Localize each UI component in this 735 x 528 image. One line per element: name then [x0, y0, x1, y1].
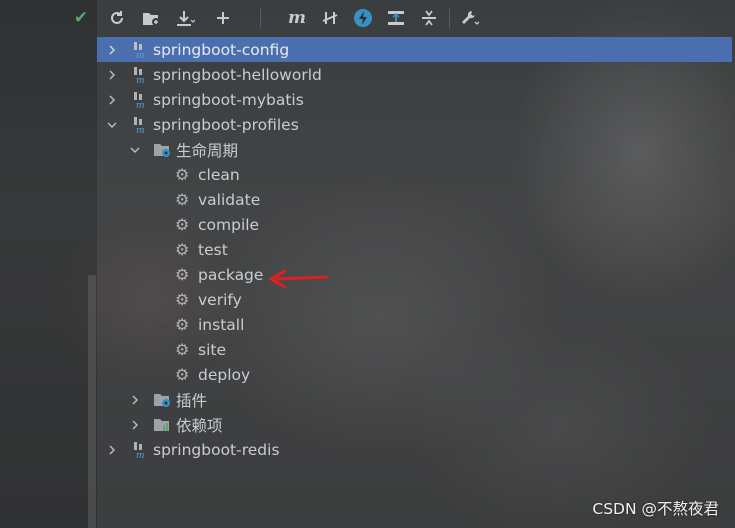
tree-item-label: springboot-helloworld [153, 65, 322, 84]
chevron-down-icon[interactable] [105, 118, 119, 132]
tree-item-springboot-mybatis[interactable]: m springboot-mybatis [97, 87, 732, 112]
toolbar-separator [260, 8, 261, 28]
chevron-right-icon[interactable] [105, 93, 119, 107]
tree-item-dependencies[interactable]: 依赖项 [97, 412, 732, 437]
tree-item-label: springboot-config [153, 40, 290, 59]
goal-test[interactable]: ⚙ test [97, 237, 732, 262]
goal-label: test [198, 240, 228, 259]
watermark: CSDN @不熬夜君 [592, 500, 719, 518]
chevron-down-icon[interactable] [128, 143, 142, 157]
gear-icon: ⚙ [175, 364, 190, 384]
goal-label: clean [198, 165, 240, 184]
toggle-offline-icon[interactable] [318, 6, 342, 30]
svg-text:m: m [136, 76, 145, 84]
tree-item-label: springboot-mybatis [153, 90, 304, 109]
gear-icon: ⚙ [175, 339, 190, 359]
maven-module-icon: m [134, 116, 145, 134]
red-arrow-annotation [269, 269, 329, 289]
gear-icon: ⚙ [175, 289, 190, 309]
goal-site[interactable]: ⚙ site [97, 337, 732, 362]
tree-item-label: 插件 [176, 391, 208, 410]
chevron-right-icon[interactable] [105, 68, 119, 82]
gear-icon: ⚙ [175, 239, 190, 259]
tree-item-lifecycle[interactable]: 生命周期 [97, 137, 732, 162]
plugins-folder-icon [154, 393, 170, 407]
goal-verify[interactable]: ⚙ verify [97, 287, 732, 312]
goal-label: compile [198, 215, 260, 234]
gear-icon: ⚙ [175, 264, 190, 284]
goal-deploy[interactable]: ⚙ deploy [97, 362, 732, 387]
chevron-right-icon[interactable] [105, 443, 119, 457]
chevron-right-icon[interactable] [128, 418, 142, 432]
collapse-icon[interactable] [417, 6, 441, 30]
gear-icon: ⚙ [175, 164, 190, 184]
toolbar-separator [449, 8, 450, 28]
show-dependencies-icon[interactable] [384, 6, 408, 30]
chevron-right-icon[interactable] [128, 393, 142, 407]
add-folder-icon[interactable] [139, 6, 163, 30]
goal-validate[interactable]: ⚙ validate [97, 187, 732, 212]
tree-item-springboot-redis[interactable]: m springboot-redis [97, 437, 732, 462]
tree-item-label: 生命周期 [176, 141, 239, 160]
plus-icon[interactable] [211, 6, 235, 30]
tree-item-springboot-config[interactable]: m springboot-config [97, 37, 732, 62]
left-editor-strip [0, 0, 97, 528]
tree-item-label: springboot-profiles [153, 115, 299, 134]
maven-goal-icon[interactable]: m [285, 6, 309, 30]
lifecycle-folder-icon [154, 143, 170, 157]
maven-module-icon: m [134, 441, 145, 459]
download-icon[interactable] [173, 6, 197, 30]
goal-compile[interactable]: ⚙ compile [97, 212, 732, 237]
tree-item-label: 依赖项 [176, 416, 223, 435]
reload-icon[interactable] [105, 6, 129, 30]
gear-icon: ⚙ [175, 314, 190, 334]
svg-text:m: m [136, 101, 145, 109]
maven-module-icon: m [134, 41, 145, 59]
check-icon[interactable]: ✔ [67, 4, 95, 32]
goal-label: validate [198, 190, 261, 209]
goal-clean[interactable]: ⚙ clean [97, 162, 732, 187]
goal-label: install [198, 315, 245, 334]
goal-label: verify [198, 290, 242, 309]
gear-icon: ⚙ [175, 189, 190, 209]
goal-label: package [198, 265, 264, 284]
goal-label: site [198, 340, 226, 359]
maven-toolbar: m [97, 0, 735, 36]
svg-text:m: m [136, 451, 145, 459]
maven-module-icon: m [134, 66, 145, 84]
chevron-right-icon[interactable] [105, 43, 119, 57]
gear-icon: ⚙ [175, 214, 190, 234]
wrench-icon[interactable] [458, 6, 482, 30]
svg-text:m: m [136, 126, 145, 134]
tree-item-label: springboot-redis [153, 440, 280, 459]
goal-label: deploy [198, 365, 251, 384]
tree-item-springboot-profiles[interactable]: m springboot-profiles [97, 112, 732, 137]
svg-text:m: m [136, 51, 145, 59]
goal-install[interactable]: ⚙ install [97, 312, 732, 337]
tree-item-springboot-helloworld[interactable]: m springboot-helloworld [97, 62, 732, 87]
dependencies-folder-icon [154, 418, 169, 431]
left-scrollbar[interactable] [88, 275, 96, 528]
maven-module-icon: m [134, 91, 145, 109]
lightning-icon[interactable] [351, 6, 375, 30]
goal-package[interactable]: ⚙ package [97, 262, 732, 287]
tree-item-plugins[interactable]: 插件 [97, 387, 732, 412]
